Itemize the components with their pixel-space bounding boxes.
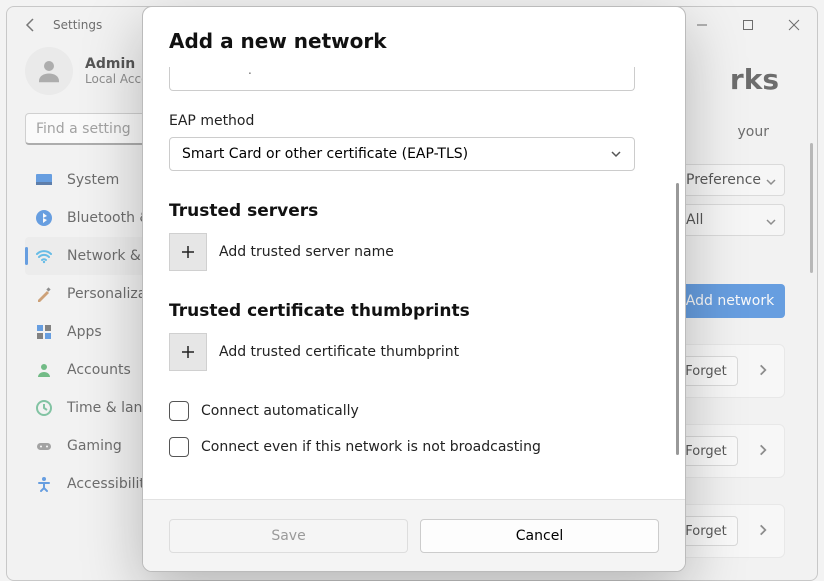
filter-value: All bbox=[686, 212, 703, 228]
chevron-right-icon bbox=[756, 442, 770, 461]
plus-icon bbox=[180, 244, 196, 260]
sidebar-item-label: Accessibility bbox=[67, 476, 153, 492]
dialog-title: Add a new network bbox=[169, 29, 659, 53]
network-icon bbox=[35, 247, 53, 265]
add-trusted-server-button[interactable] bbox=[169, 233, 207, 271]
scrollbar-thumb[interactable] bbox=[810, 143, 813, 273]
system-icon bbox=[35, 171, 53, 189]
chevron-right-icon bbox=[756, 522, 770, 541]
apps-icon bbox=[35, 323, 53, 341]
add-network-button[interactable]: Add network bbox=[675, 284, 785, 318]
add-trusted-server-label: Add trusted server name bbox=[219, 244, 394, 260]
add-thumbprint-label: Add trusted certificate thumbprint bbox=[219, 344, 459, 360]
eap-method-select[interactable]: Smart Card or other certificate (EAP-TLS… bbox=[169, 137, 635, 171]
connect-hidden-label: Connect even if this network is not broa… bbox=[201, 439, 541, 455]
connect-hidden-checkbox[interactable] bbox=[169, 437, 189, 457]
back-icon[interactable] bbox=[23, 17, 39, 33]
time-icon bbox=[35, 399, 53, 417]
filter-dropdown[interactable]: All bbox=[675, 204, 785, 236]
personalization-icon bbox=[35, 285, 53, 303]
dialog-scrollbar-thumb[interactable] bbox=[676, 183, 679, 455]
previous-field-bottom[interactable] bbox=[169, 67, 635, 91]
eap-method-value: Smart Card or other certificate (EAP-TLS… bbox=[182, 146, 468, 162]
eap-method-label: EAP method bbox=[169, 113, 675, 129]
chevron-down-icon bbox=[765, 213, 777, 232]
add-thumbprint-button[interactable] bbox=[169, 333, 207, 371]
scrollbar[interactable] bbox=[807, 143, 815, 580]
add-network-label: Add network bbox=[686, 293, 774, 309]
connect-automatically-checkbox[interactable] bbox=[169, 401, 189, 421]
thumbprints-heading: Trusted certificate thumbprints bbox=[169, 301, 675, 321]
chevron-down-icon bbox=[610, 148, 622, 164]
connect-automatically-label: Connect automatically bbox=[201, 403, 359, 419]
bluetooth-icon bbox=[35, 209, 53, 227]
accounts-icon bbox=[35, 361, 53, 379]
add-network-dialog: Add a new network EAP method Smart Card … bbox=[142, 6, 686, 572]
sidebar-item-label: Accounts bbox=[67, 362, 131, 378]
maximize-button[interactable] bbox=[725, 7, 771, 43]
save-label: Save bbox=[271, 528, 305, 544]
avatar bbox=[25, 47, 73, 95]
cancel-button[interactable]: Cancel bbox=[420, 519, 659, 553]
window-title: Settings bbox=[53, 18, 102, 32]
save-button[interactable]: Save bbox=[169, 519, 408, 553]
sort-value: Preference bbox=[686, 172, 761, 188]
sort-dropdown[interactable]: Preference bbox=[675, 164, 785, 196]
accessibility-icon bbox=[35, 475, 53, 493]
sidebar-item-label: Gaming bbox=[67, 438, 122, 454]
cancel-label: Cancel bbox=[516, 528, 563, 544]
trusted-servers-heading: Trusted servers bbox=[169, 201, 675, 221]
chevron-right-icon bbox=[756, 362, 770, 381]
sidebar-item-label: System bbox=[67, 172, 119, 188]
sidebar-item-label: Apps bbox=[67, 324, 102, 340]
gaming-icon bbox=[35, 437, 53, 455]
plus-icon bbox=[180, 344, 196, 360]
close-button[interactable] bbox=[771, 7, 817, 43]
chevron-down-icon bbox=[765, 173, 777, 192]
